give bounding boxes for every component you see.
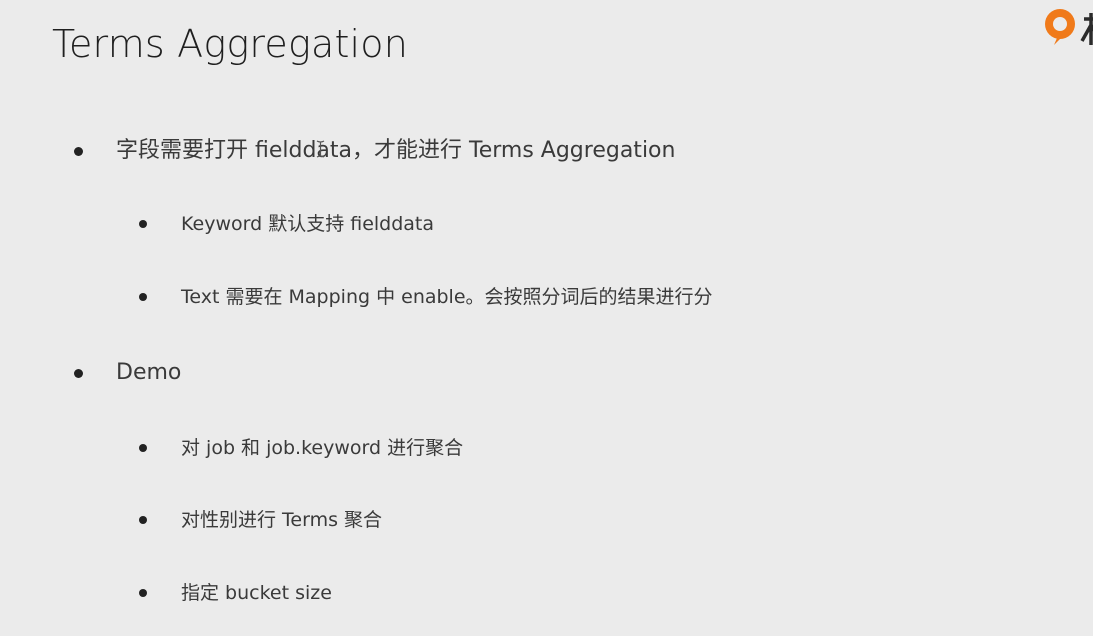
bullet-dot [74,147,83,156]
brand-logo-icon [1040,5,1093,50]
list-item-text: 字段需要打开 fielddata，才能进行 Terms Aggregation [116,138,676,163]
slide-title: Terms Aggregation [52,22,409,66]
bullet-dot [74,369,83,378]
text-cursor-icon [316,140,325,158]
list-item-text: 指定 bucket size [181,582,332,604]
list-item-text: Keyword 默认支持 fielddata [181,213,435,235]
bullet-dot [139,293,147,301]
list-item-text: 对 job 和 job.keyword 进行聚合 [181,437,464,459]
bullet-dot [139,220,147,228]
list-item-text: Demo [116,360,182,385]
list-item-text: Text 需要在 Mapping 中 enable。会按照分词后的结果进行分 [181,286,713,308]
slide: Terms Aggregation 字段需要打开 fielddata，才能进行 … [0,0,1093,636]
bullet-dot [139,516,147,524]
bullet-dot [139,444,147,452]
list-item-text: 对性别进行 Terms 聚合 [181,509,383,531]
bullet-dot [139,589,147,597]
